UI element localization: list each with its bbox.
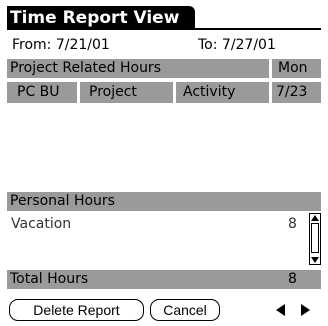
column-divider — [269, 82, 272, 103]
personal-hours-header: Personal Hours — [7, 192, 321, 211]
right-arrow-icon — [301, 304, 310, 316]
list-item[interactable]: Vacation 8 — [7, 215, 307, 235]
form-title: Time Report View — [7, 6, 195, 30]
personal-item-hours: 8 — [288, 216, 297, 232]
column-pcbu[interactable]: PC BU — [17, 83, 60, 101]
title-rule — [7, 28, 321, 30]
scroll-thumb[interactable] — [311, 223, 319, 253]
day-label: Mon — [278, 60, 308, 76]
column-activity[interactable]: Activity — [183, 83, 235, 101]
scroll-down-icon[interactable] — [311, 257, 319, 263]
column-project[interactable]: Project — [89, 83, 137, 101]
column-divider — [173, 82, 176, 103]
personal-item-name: Vacation — [11, 216, 72, 232]
from-date: From: 7/21/01 — [12, 37, 110, 53]
personal-hours-list: Vacation 8 — [7, 211, 321, 267]
scrollbar[interactable] — [309, 213, 321, 265]
header-divider — [269, 59, 272, 78]
left-arrow-icon — [276, 304, 285, 316]
total-hours-bar: Total Hours 8 — [7, 270, 321, 289]
total-hours-value: 8 — [288, 271, 297, 287]
next-button[interactable] — [297, 302, 313, 318]
column-date[interactable]: 7/23 — [276, 83, 307, 101]
column-divider — [77, 82, 80, 103]
title-bar: Time Report View — [7, 6, 321, 30]
delete-report-button[interactable]: Delete Report — [9, 299, 144, 321]
project-hours-label: Project Related Hours — [10, 60, 161, 76]
cancel-button[interactable]: Cancel — [150, 299, 220, 321]
scroll-up-icon[interactable] — [311, 215, 319, 221]
personal-hours-label: Personal Hours — [10, 193, 115, 209]
project-hours-header: Project Related Hours Mon — [7, 59, 321, 78]
column-header-row: PC BU Project Activity 7/23 — [7, 82, 321, 103]
total-hours-label: Total Hours — [10, 271, 89, 287]
project-hours-table[interactable] — [7, 103, 321, 191]
to-date: To: 7/27/01 — [198, 37, 276, 53]
previous-button[interactable] — [273, 302, 289, 318]
